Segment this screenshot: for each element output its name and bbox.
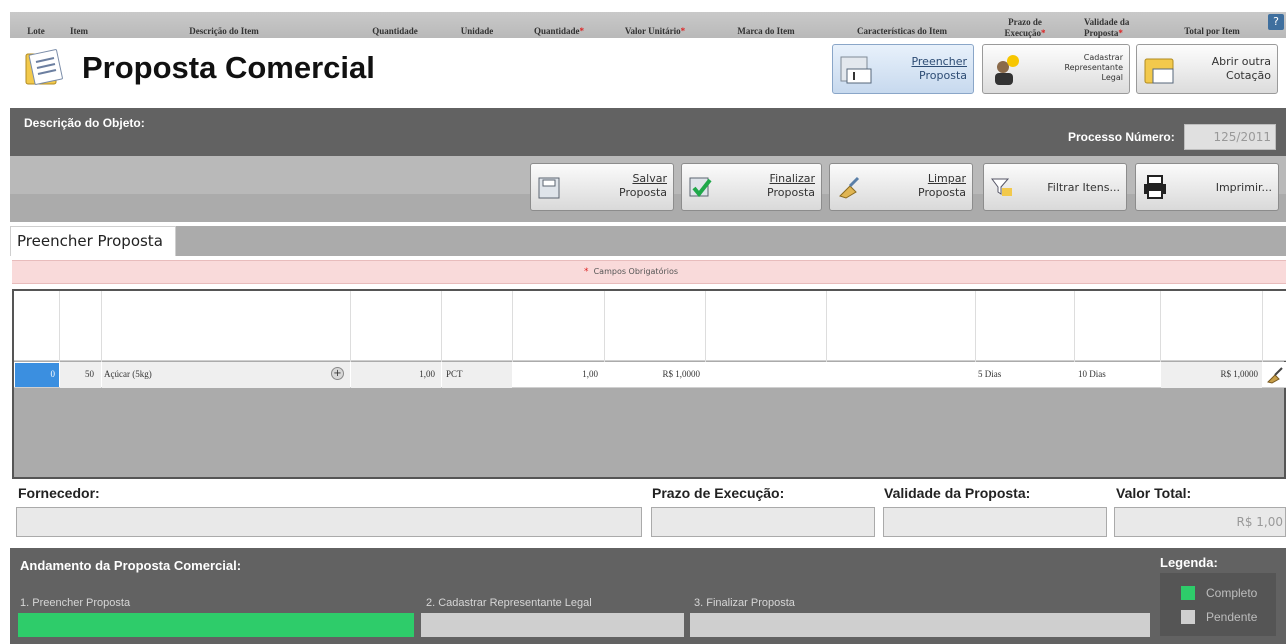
step-2-bar xyxy=(421,613,684,637)
required-star: * xyxy=(584,267,589,277)
grid-header xyxy=(14,291,1286,361)
required-star: * xyxy=(579,26,585,36)
col-lote[interactable]: Lote xyxy=(18,26,54,36)
tab-strip xyxy=(176,226,1286,256)
col-prazo-execucao[interactable]: Prazo de Execução* xyxy=(978,17,1072,39)
limpar-proposta-button[interactable]: Limpar Proposta xyxy=(829,163,973,211)
required-star: * xyxy=(1118,28,1123,38)
required-fields-note: * Campos Obrigatórios xyxy=(584,267,678,277)
fornecedor-label: Fornecedor: xyxy=(18,485,100,501)
legend-complete-label: Completo xyxy=(1206,586,1258,600)
cell-prazo[interactable]: 5 Dias xyxy=(978,369,1068,379)
button-label: Proposta xyxy=(919,69,967,82)
button-label: Cadastrar xyxy=(1083,53,1123,62)
cell-quantidade: 1,00 xyxy=(419,369,435,379)
button-label: Limpar xyxy=(927,172,966,185)
fornecedor-field[interactable] xyxy=(16,507,642,537)
valor-total-label: Valor Total: xyxy=(1116,485,1192,501)
button-label: Representante xyxy=(1064,63,1123,72)
tab-preencher-proposta[interactable]: Preencher Proposta xyxy=(10,226,176,256)
top-margin xyxy=(0,0,1286,12)
button-label: Imprimir... xyxy=(1215,181,1272,194)
preencher-proposta-button[interactable]: Preencher Proposta xyxy=(832,44,974,94)
processo-label: Processo Número: xyxy=(1068,130,1175,144)
step-2-label: 2. Cadastrar Representante Legal xyxy=(426,597,592,609)
salvar-proposta-button[interactable]: Salvar Proposta xyxy=(530,163,674,211)
col-quantidade[interactable]: Quantidade xyxy=(352,26,438,36)
floppy-disk-icon xyxy=(537,176,571,210)
object-description-label: Descrição do Objeto: xyxy=(24,116,145,130)
legend-pending-swatch xyxy=(1181,610,1195,624)
button-label: Cotação xyxy=(1226,69,1271,82)
button-label: Abrir outra xyxy=(1211,55,1271,68)
validade-proposta-label: Validade da Proposta: xyxy=(884,485,1031,501)
button-label: Legal xyxy=(1101,73,1123,82)
folder-icon xyxy=(1143,53,1177,87)
col-marca[interactable]: Marca do Item xyxy=(708,26,824,36)
col-label: Quantidade xyxy=(533,26,580,36)
col-label: Execução xyxy=(1004,28,1042,38)
cell-lote[interactable]: 0 xyxy=(15,369,56,379)
col-quantidade-proposta[interactable]: Quantidade* xyxy=(514,26,604,36)
filter-icon xyxy=(990,176,1024,210)
button-label: Finalizar xyxy=(769,172,815,185)
col-label: Proposta xyxy=(1084,28,1119,38)
button-label: Proposta xyxy=(918,186,966,199)
step-3-label: 3. Finalizar Proposta xyxy=(694,597,795,609)
cell-valor-unitario[interactable]: R$ 1,0000 xyxy=(606,369,700,379)
help-icon[interactable]: ? xyxy=(1268,14,1284,30)
prazo-execucao-field[interactable] xyxy=(651,507,875,537)
required-star: * xyxy=(680,26,686,36)
step-1-bar xyxy=(18,613,414,637)
col-item[interactable]: Item xyxy=(62,26,96,36)
processo-number-field[interactable]: 125/2011 xyxy=(1184,124,1276,150)
col-caracteristicas[interactable]: Características do Item xyxy=(828,26,976,36)
cell-unidade: PCT xyxy=(446,369,463,379)
required-star: * xyxy=(1041,28,1046,38)
check-save-icon xyxy=(688,176,722,210)
step-3-bar xyxy=(690,613,1150,637)
legend-complete-swatch xyxy=(1181,586,1195,600)
form-icon xyxy=(839,53,873,87)
legend-pending-label: Pendente xyxy=(1206,610,1258,624)
col-label: Prazo de xyxy=(1008,17,1042,27)
col-total-por-item[interactable]: Total por Item xyxy=(1162,26,1262,36)
progress-title: Andamento da Proposta Comercial: xyxy=(20,558,242,573)
required-note-text: Campos Obrigatórios xyxy=(593,267,679,276)
broom-row-icon[interactable] xyxy=(1266,366,1284,384)
button-label: Preencher xyxy=(911,55,967,68)
cell-descricao: Açúcar (5kg) xyxy=(104,369,152,379)
legend-title: Legenda: xyxy=(1160,555,1218,570)
representative-icon xyxy=(989,53,1023,87)
validade-proposta-field[interactable] xyxy=(883,507,1107,537)
button-label: Proposta xyxy=(619,186,667,199)
expand-plus-icon[interactable]: + xyxy=(331,367,344,380)
col-unidade[interactable]: Unidade xyxy=(444,26,510,36)
button-label: Proposta xyxy=(767,186,815,199)
col-label: Validade da xyxy=(1084,17,1130,27)
cadastrar-representante-button[interactable]: Cadastrar Representante Legal xyxy=(982,44,1130,94)
imprimir-button[interactable]: Imprimir... xyxy=(1135,163,1279,211)
filtrar-itens-button[interactable]: Filtrar Itens... xyxy=(983,163,1127,211)
printer-icon xyxy=(1142,174,1176,208)
col-valor-unitario[interactable]: Valor Unitário* xyxy=(606,26,704,36)
step-1-label: 1. Preencher Proposta xyxy=(20,597,131,609)
finalizar-proposta-button[interactable]: Finalizar Proposta xyxy=(681,163,822,211)
prazo-execucao-label: Prazo de Execução: xyxy=(652,485,785,501)
button-label: Salvar xyxy=(632,172,667,185)
abrir-outra-cotacao-button[interactable]: Abrir outra Cotação xyxy=(1136,44,1278,94)
col-label: Valor Unitário xyxy=(624,26,681,36)
proposal-doc-icon xyxy=(22,48,66,88)
cell-item: 50 xyxy=(85,369,94,379)
valor-total-field[interactable]: R$ 1,00 xyxy=(1114,507,1286,537)
col-validade-proposta[interactable]: Validade da Proposta* xyxy=(1076,17,1160,39)
col-descricao[interactable]: Descrição do Item xyxy=(104,26,344,36)
page-title: Proposta Comercial xyxy=(82,50,375,85)
cell-total: R$ 1,0000 xyxy=(1220,369,1258,379)
cell-validade[interactable]: 10 Dias xyxy=(1078,369,1158,379)
legend-box xyxy=(1160,573,1276,636)
cell-quantidade-proposta[interactable]: 1,00 xyxy=(514,369,598,379)
button-label: Filtrar Itens... xyxy=(1047,181,1120,194)
broom-icon xyxy=(836,176,870,210)
